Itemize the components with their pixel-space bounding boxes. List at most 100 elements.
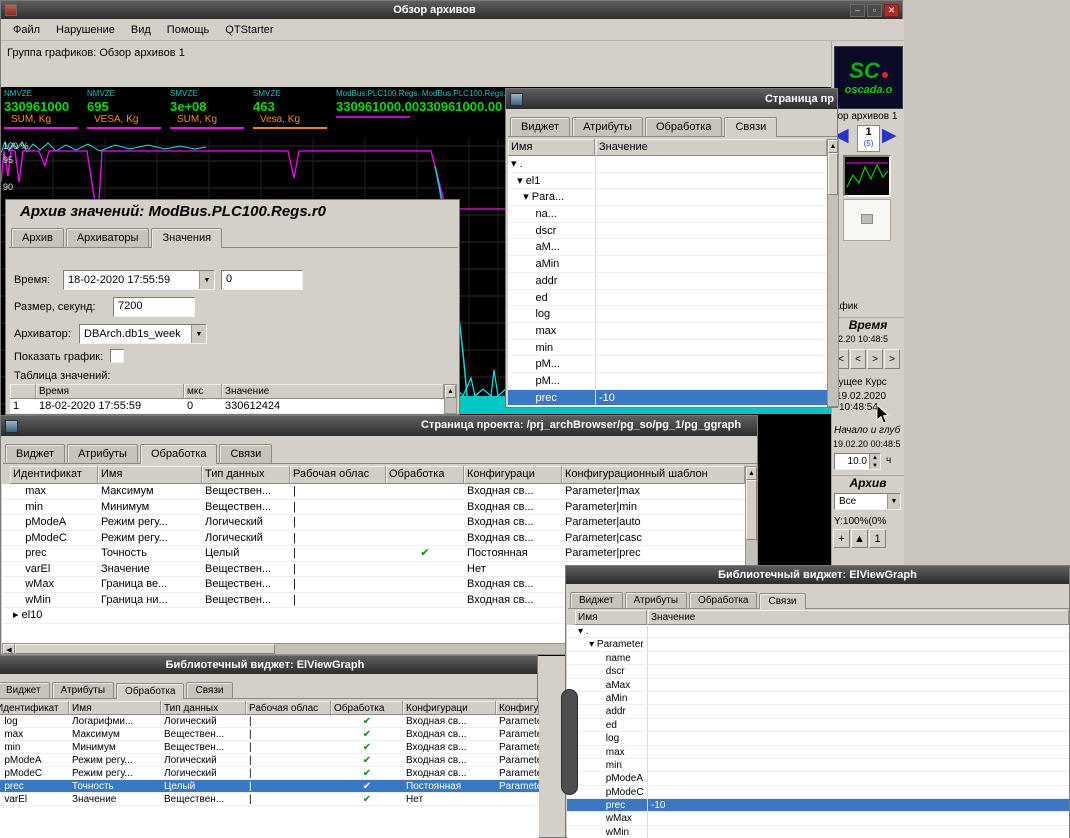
tree-row[interactable]: max [508,323,827,340]
spin-up-icon[interactable]: ▲ [870,454,880,462]
show-graph-checkbox[interactable] [110,349,124,363]
tree-row[interactable]: dscr [567,665,1069,678]
close-button[interactable]: ✕ [884,4,899,17]
minimize-button[interactable]: – [850,4,865,17]
zoom-button[interactable]: 1 [869,529,886,548]
column-header[interactable]: Рабочая облас [290,466,386,484]
tree-row[interactable]: ▾ Para... [508,189,827,206]
maximize-button[interactable]: ▫ [867,4,882,17]
graph-thumbnail[interactable] [843,155,891,197]
table-row[interactable]: pModeC Режим регу... Логический | Входна… [2,531,745,547]
time-combo[interactable]: 18-02-2020 17:55:59 ▼ [63,270,215,290]
tab[interactable]: Атрибуты [52,682,114,698]
column-header[interactable]: Время [36,384,184,399]
column-header[interactable]: Рабочая облас [246,701,331,715]
scroll-up-icon[interactable]: ▲ [828,140,838,153]
tree-row[interactable]: name [567,652,1069,665]
menu-item[interactable]: Вид [123,21,159,39]
tree-row[interactable]: ed [508,290,827,307]
tab[interactable]: Связи [724,117,777,137]
project-titlebar[interactable]: Страница проекта: /prj_archBrowser/pg_so… [1,416,757,436]
tree-row[interactable]: ▾ . [508,156,827,173]
column-header[interactable]: Имя [98,466,202,484]
tree-row[interactable]: addr [567,705,1069,718]
tree-row[interactable]: addr [508,273,827,290]
tree-row[interactable]: pModeA [567,772,1069,785]
table-row[interactable]: prec Точность Целый | ✔ Постоянная Param… [2,546,745,562]
tab[interactable]: Связи [219,444,272,463]
tree-row[interactable]: pM... [508,356,827,373]
tab[interactable]: Значения [151,228,222,248]
time-nav-button[interactable]: < [850,349,866,369]
column-header[interactable]: Конфигураци [464,466,562,484]
tree-row[interactable]: pM... [508,373,827,390]
column-header[interactable]: Имя [508,139,595,156]
column-header[interactable]: Значение [647,610,1069,625]
size-field[interactable]: 7200 [113,297,195,317]
column-header[interactable]: мкс [184,384,222,399]
scroll-up-icon[interactable]: ▲ [746,467,757,480]
column-header[interactable]: Имя [575,610,647,625]
tree-row[interactable]: dscr [508,223,827,240]
table-row[interactable]: 1 18-02-2020 17:55:59 0 330612424 [10,399,444,414]
tab[interactable]: Виджет [510,117,570,136]
archiver-combo[interactable]: DBArch.db1s_week ▼ [79,324,207,344]
scroll-thumb[interactable] [561,689,578,795]
table-row[interactable]: min Минимум Веществен... | ✔ Входная св.… [0,741,539,754]
column-header[interactable]: Обработка [386,466,464,484]
time-nav-button[interactable]: > [867,349,883,369]
table-row[interactable]: log Логарифми... Логический | ✔ Входная … [0,715,539,728]
tree-row[interactable]: log [567,732,1069,745]
tree-row[interactable]: prec -10 [508,390,827,407]
tree-row[interactable]: aMin [508,256,827,273]
tree-row[interactable]: ▾ Parameter [567,638,1069,651]
column-header[interactable]: Значение [595,139,827,156]
tab[interactable]: Атрибуты [67,444,138,463]
tab[interactable]: Обработка [645,117,722,136]
libwidget-titlebar[interactable]: Библиотечный виджет: ElViewGraph [566,566,1069,584]
menu-item[interactable]: QTStarter [217,21,281,39]
tree-row[interactable]: ed [567,719,1069,732]
scroll-up-icon[interactable]: ▲ [445,385,456,398]
column-header[interactable]: Тип данных [161,701,246,715]
zoom-button[interactable]: ▲ [851,529,868,548]
scroll-thumb[interactable] [15,644,275,654]
combo-arrow-icon[interactable]: ▼ [887,494,900,509]
table-row[interactable]: max Максимум Веществен... | Входная св..… [2,484,745,500]
tab[interactable]: Обработка [116,683,184,699]
spin-down-icon[interactable]: ▼ [870,462,880,470]
tab[interactable]: Связи [186,682,232,698]
tab[interactable]: Архив [11,228,64,247]
column-header[interactable]: Конфигурационный шаблон [562,466,745,484]
tab[interactable]: Атрибуты [625,592,687,608]
tree-row[interactable]: ▾ . [567,625,1069,638]
tab[interactable]: Виджет [5,444,65,463]
tree-row[interactable]: log [508,306,827,323]
tree-row[interactable]: min [567,759,1069,772]
tab[interactable]: Связи [759,593,805,609]
scroll-thumb[interactable] [828,153,838,195]
tree-row[interactable]: aMax [567,679,1069,692]
column-header[interactable]: Конфигурационный ш [496,701,539,715]
column-header[interactable]: Обработка [331,701,403,715]
archive-combo[interactable]: Все ▼ [834,493,901,510]
table-row[interactable]: prec Точность Целый | ✔ Постоянная Param… [0,780,539,793]
empty-thumbnail[interactable] [843,199,891,241]
page-links-titlebar[interactable]: Страница пр [506,89,837,109]
column-header[interactable]: Идентификат [10,466,98,484]
column-header[interactable]: Значение [222,384,444,399]
table-row[interactable]: pModeC Режим регу... Логический | ✔ Вход… [0,767,539,780]
tree-row[interactable]: min [508,340,827,357]
scroll-left-icon[interactable]: ◀ [3,644,15,654]
zoom-button[interactable]: + [833,529,850,548]
column-header[interactable]: Тип данных [202,466,290,484]
usec-field[interactable]: 0 [221,270,303,290]
time-nav-button[interactable]: > [884,349,900,369]
tree-row[interactable]: na... [508,206,827,223]
column-header[interactable]: Конфигураци [403,701,496,715]
table-row[interactable]: max Максимум Веществен... | ✔ Входная св… [0,728,539,741]
tab[interactable]: Виджет [0,682,50,698]
tree-row[interactable]: prec -10 [567,799,1069,812]
menu-item[interactable]: Файл [5,21,48,39]
tab[interactable]: Обработка [140,444,217,464]
